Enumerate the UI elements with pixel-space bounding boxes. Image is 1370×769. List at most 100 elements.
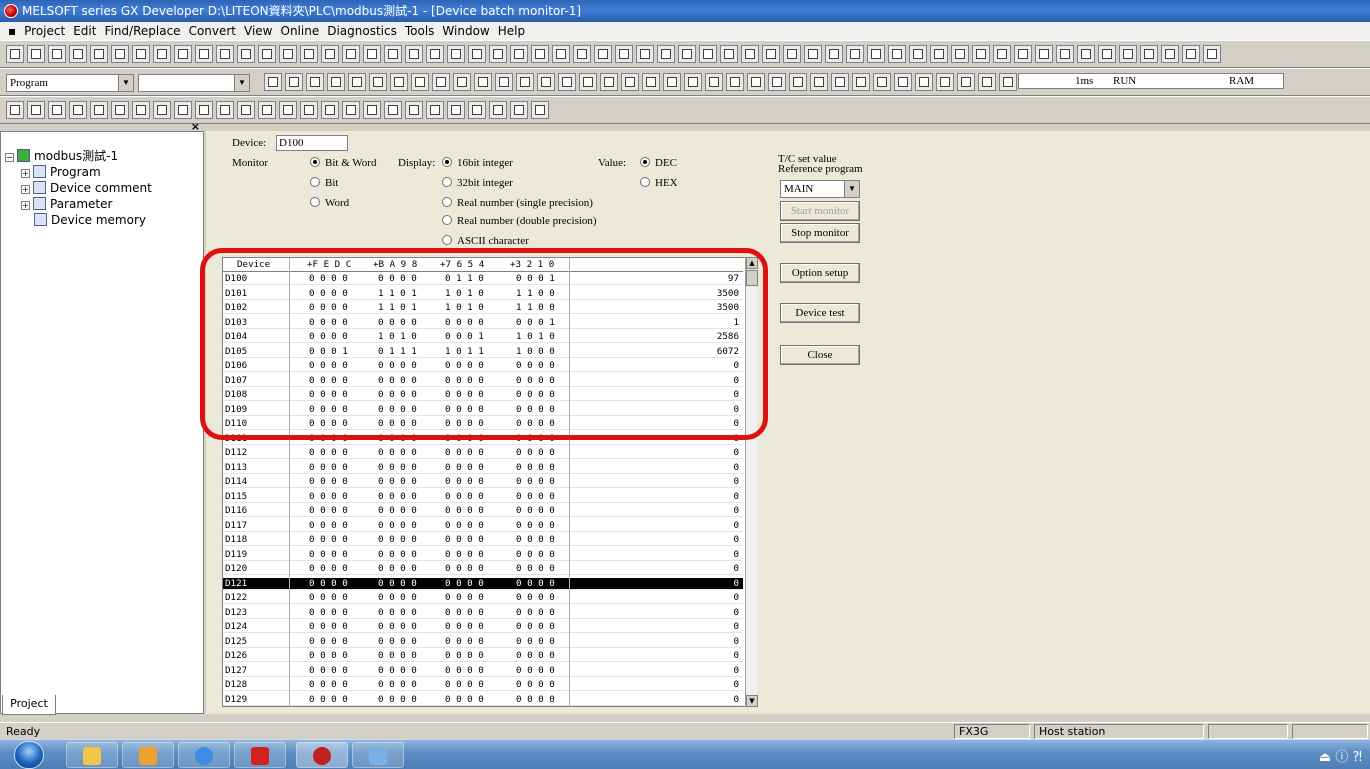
toolbar-button-icon[interactable] (846, 45, 864, 63)
menu-window[interactable]: Window (438, 22, 493, 40)
toolbar-button-icon[interactable] (516, 73, 534, 91)
toolbar-button-icon[interactable] (342, 101, 360, 119)
toolbar-button-icon[interactable] (237, 101, 255, 119)
toolbar-button-icon[interactable] (153, 45, 171, 63)
toolbar-button-icon[interactable] (426, 101, 444, 119)
toolbar-button-icon[interactable] (69, 101, 87, 119)
toolbar-button-icon[interactable] (510, 101, 528, 119)
toolbar-button-icon[interactable] (489, 101, 507, 119)
toolbar-button-icon[interactable] (747, 73, 765, 91)
toolbar-button-icon[interactable] (804, 45, 822, 63)
menu-diagnostics[interactable]: Diagnostics (323, 22, 401, 40)
toolbar-button-icon[interactable] (531, 101, 549, 119)
toolbar-button-icon[interactable] (69, 45, 87, 63)
toolbar-button-icon[interactable] (1161, 45, 1179, 63)
radio-32bit[interactable]: 32bit integer (442, 177, 513, 189)
toolbar-button-icon[interactable] (300, 45, 318, 63)
toolbar-button-icon[interactable] (1203, 45, 1221, 63)
toolbar-button-icon[interactable] (537, 73, 555, 91)
toolbar-button-icon[interactable] (552, 45, 570, 63)
toolbar-button-icon[interactable] (6, 101, 24, 119)
radio-word[interactable]: Word (310, 197, 349, 209)
radio-off-icon[interactable] (640, 177, 650, 187)
device-input[interactable] (276, 135, 348, 151)
toolbar-button-icon[interactable] (258, 101, 276, 119)
toolbar-button-icon[interactable] (936, 73, 954, 91)
table-row[interactable]: D125 0 0 0 0 0 0 0 0 0 0 0 0 0 0 0 0 0 (223, 636, 743, 648)
tree-item-parameter[interactable]: + Parameter (21, 196, 112, 212)
gx-developer-task[interactable] (296, 742, 348, 768)
toolbar-button-icon[interactable] (321, 101, 339, 119)
toolbar-button-icon[interactable] (468, 45, 486, 63)
radio-hex[interactable]: HEX (640, 177, 678, 189)
toolbar-button-icon[interactable] (432, 73, 450, 91)
toolbar-button-icon[interactable] (174, 45, 192, 63)
chevron-down-icon[interactable]: ▼ (844, 181, 859, 197)
toolbar-button-icon[interactable] (642, 73, 660, 91)
toolbar-button-icon[interactable] (699, 45, 717, 63)
explorer-task[interactable] (66, 742, 118, 768)
toolbar-button-icon[interactable] (405, 45, 423, 63)
mode-select[interactable]: Program ▼ (6, 74, 134, 92)
table-row[interactable]: D126 0 0 0 0 0 0 0 0 0 0 0 0 0 0 0 0 0 (223, 650, 743, 662)
toolbar-button-icon[interactable] (342, 45, 360, 63)
toolbar-button-icon[interactable] (894, 73, 912, 91)
toolbar-button-icon[interactable] (678, 45, 696, 63)
system-tray[interactable]: ⏏ ⓘ ⁈ (1319, 746, 1362, 765)
ie-task[interactable] (178, 742, 230, 768)
radio-off-icon[interactable] (442, 177, 452, 187)
program-select[interactable]: ▼ (138, 74, 250, 92)
toolbar-button-icon[interactable] (873, 73, 891, 91)
outlook-task[interactable] (122, 742, 174, 768)
toolbar-button-icon[interactable] (195, 45, 213, 63)
toolbar-button-icon[interactable] (825, 45, 843, 63)
toolbar-button-icon[interactable] (957, 73, 975, 91)
toolbar-button-icon[interactable] (909, 45, 927, 63)
toolbar-button-icon[interactable] (705, 73, 723, 91)
toolbar-button-icon[interactable] (48, 45, 66, 63)
toolbar-button-icon[interactable] (369, 73, 387, 91)
toolbar-button-icon[interactable] (579, 73, 597, 91)
toolbar-button-icon[interactable] (174, 101, 192, 119)
toolbar-button-icon[interactable] (888, 45, 906, 63)
toolbar-button-icon[interactable] (663, 73, 681, 91)
table-row[interactable]: D124 0 0 0 0 0 0 0 0 0 0 0 0 0 0 0 0 0 (223, 621, 743, 633)
toolbar-button-icon[interactable] (327, 73, 345, 91)
toolbar-button-icon[interactable] (468, 101, 486, 119)
toolbar-button-icon[interactable] (726, 73, 744, 91)
toolbar-button-icon[interactable] (783, 45, 801, 63)
toolbar-button-icon[interactable] (258, 45, 276, 63)
toolbar-button-icon[interactable] (1077, 45, 1095, 63)
toolbar-button-icon[interactable] (426, 45, 444, 63)
tab-project[interactable]: Project (2, 695, 56, 715)
toolbar-button-icon[interactable] (573, 45, 591, 63)
radio-on-icon[interactable] (310, 157, 320, 167)
toolbar-button-icon[interactable] (405, 101, 423, 119)
toolbar-button-icon[interactable] (285, 73, 303, 91)
toolbar-button-icon[interactable] (384, 45, 402, 63)
toolbar-button-icon[interactable] (216, 45, 234, 63)
toolbar-button-icon[interactable] (111, 45, 129, 63)
radio-bit-word[interactable]: Bit & Word (310, 157, 376, 169)
radio-off-icon[interactable] (310, 177, 320, 187)
device-test-button[interactable]: Device test (780, 303, 860, 323)
toolbar-button-icon[interactable] (999, 73, 1017, 91)
toolbar-button-icon[interactable] (300, 101, 318, 119)
table-row[interactable]: D113 0 0 0 0 0 0 0 0 0 0 0 0 0 0 0 0 0 (223, 462, 743, 474)
toolbar-button-icon[interactable] (6, 45, 24, 63)
radio-ascii[interactable]: ASCII character (442, 235, 529, 247)
radio-off-icon[interactable] (442, 235, 452, 245)
table-row[interactable]: D120 0 0 0 0 0 0 0 0 0 0 0 0 0 0 0 0 0 (223, 563, 743, 575)
table-row[interactable]: D118 0 0 0 0 0 0 0 0 0 0 0 0 0 0 0 0 0 (223, 534, 743, 546)
toolbar-button-icon[interactable] (831, 73, 849, 91)
toolbar-button-icon[interactable] (762, 45, 780, 63)
tree-item-device-memory[interactable]: Device memory (34, 212, 146, 228)
toolbar-button-icon[interactable] (27, 45, 45, 63)
toolbar-button-icon[interactable] (978, 73, 996, 91)
acrobat-task[interactable] (234, 742, 286, 768)
tree-item-device-comment[interactable]: + Device comment (21, 180, 152, 196)
toolbar-button-icon[interactable] (531, 45, 549, 63)
toolbar-button-icon[interactable] (615, 45, 633, 63)
radio-off-icon[interactable] (310, 197, 320, 207)
start-button[interactable] (14, 741, 44, 769)
